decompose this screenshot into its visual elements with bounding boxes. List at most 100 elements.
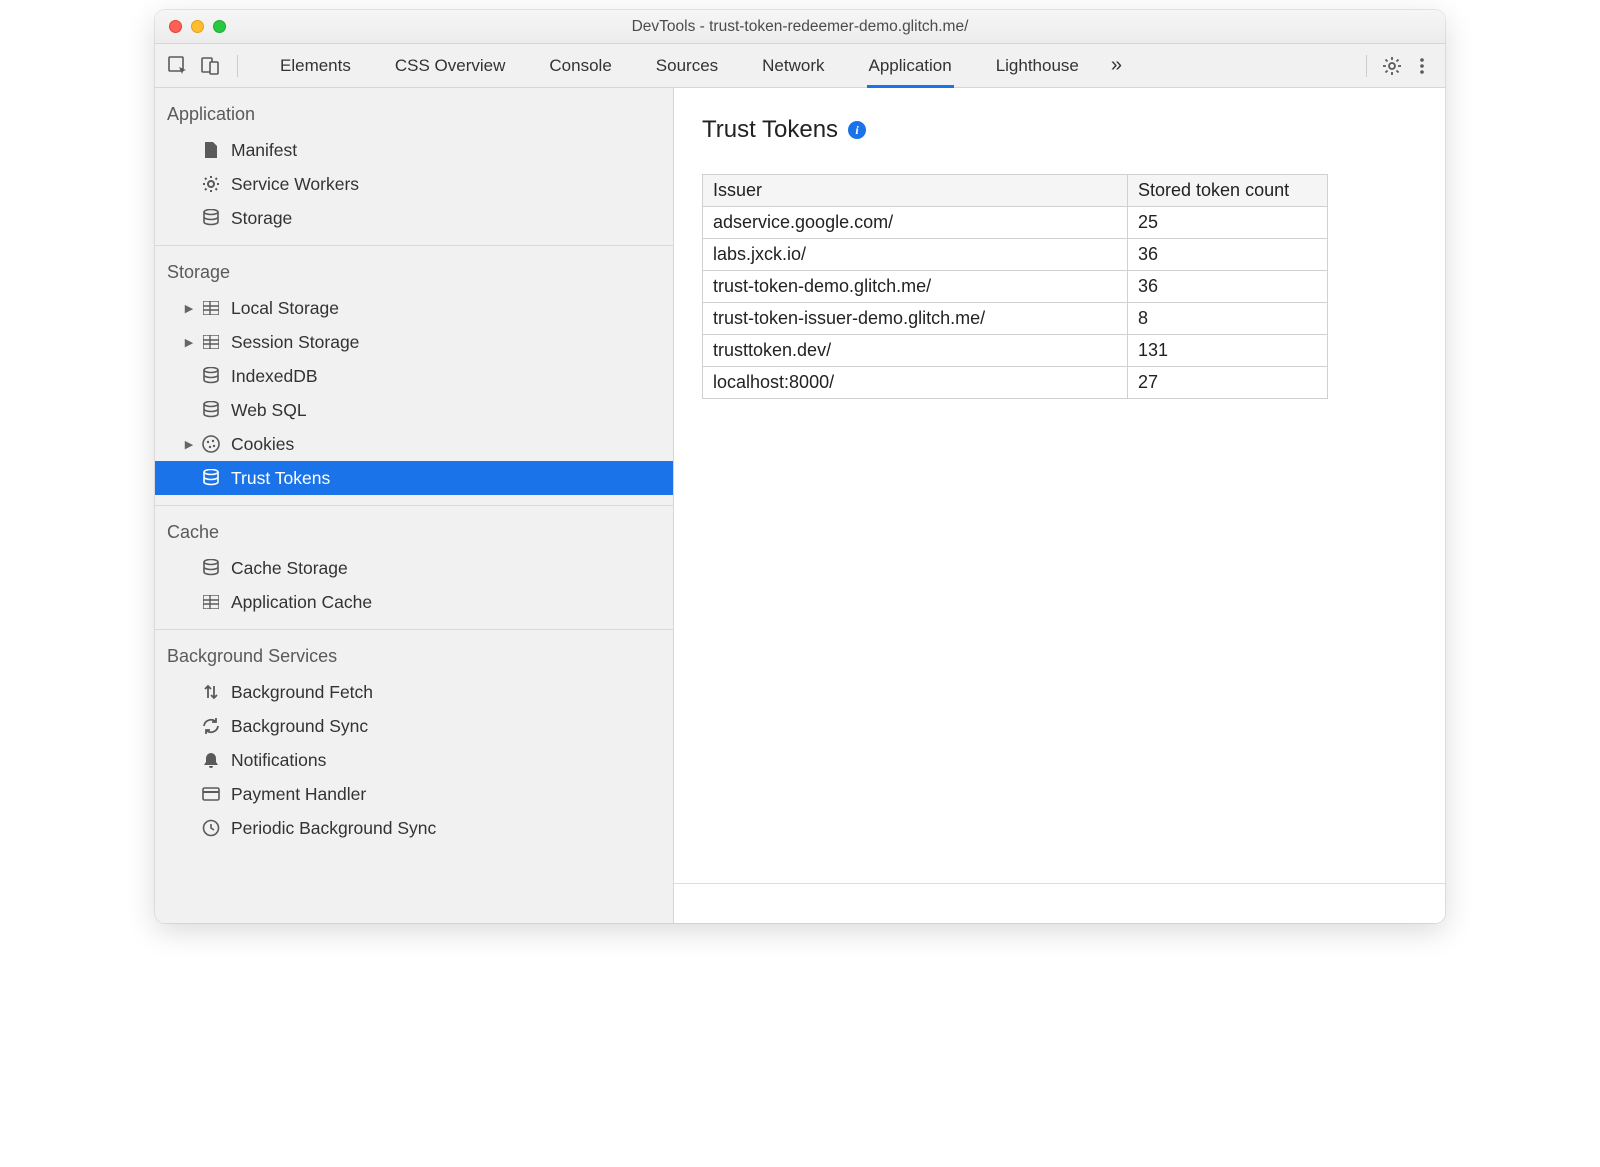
toolbar: Elements CSS Overview Console Sources Ne… <box>155 44 1445 88</box>
sidebar-item-label: Session Storage <box>231 332 359 353</box>
table-row[interactable]: localhost:8000/27 <box>703 367 1328 399</box>
tab-label: Lighthouse <box>996 56 1079 76</box>
expand-icon[interactable]: ▶ <box>183 438 195 451</box>
table-row[interactable]: adservice.google.com/25 <box>703 207 1328 239</box>
cell-count: 27 <box>1128 367 1328 399</box>
table-row[interactable]: trust-token-demo.glitch.me/36 <box>703 271 1328 303</box>
tab-console[interactable]: Console <box>529 44 631 88</box>
sidebar-item-payment-handler[interactable]: Payment Handler <box>155 777 673 811</box>
tab-network[interactable]: Network <box>742 44 844 88</box>
card-icon <box>201 784 221 804</box>
table-row[interactable]: trusttoken.dev/131 <box>703 335 1328 367</box>
sidebar-item-periodic-background-sync[interactable]: Periodic Background Sync <box>155 811 673 845</box>
trust-tokens-table: Issuer Stored token count adservice.goog… <box>702 174 1328 399</box>
expand-icon[interactable]: ▶ <box>183 336 195 349</box>
sidebar-item-cache-storage[interactable]: Cache Storage <box>155 551 673 585</box>
expand-icon[interactable]: ▶ <box>183 302 195 315</box>
sidebar-item-label: Manifest <box>231 140 297 161</box>
tab-label: Elements <box>280 56 351 76</box>
sidebar-item-session-storage[interactable]: ▶ Session Storage <box>155 325 673 359</box>
sidebar-item-web-sql[interactable]: Web SQL <box>155 393 673 427</box>
cell-issuer: trust-token-issuer-demo.glitch.me/ <box>703 303 1128 335</box>
sidebar-item-label: Background Fetch <box>231 682 373 703</box>
tab-label: Application <box>869 56 952 76</box>
sidebar-item-service-workers[interactable]: Service Workers <box>155 167 673 201</box>
database-icon <box>201 208 221 228</box>
sync-icon <box>201 716 221 736</box>
sidebar-item-label: Storage <box>231 208 292 229</box>
window-title: DevTools - trust-token-redeemer-demo.gli… <box>155 18 1445 36</box>
sidebar-item-label: Local Storage <box>231 298 339 319</box>
table-row[interactable]: labs.jxck.io/36 <box>703 239 1328 271</box>
sidebar-item-label: Application Cache <box>231 592 372 613</box>
sidebar-item-local-storage[interactable]: ▶ Local Storage <box>155 291 673 325</box>
tab-lighthouse[interactable]: Lighthouse <box>976 44 1099 88</box>
main-pane: Trust Tokens i Issuer Stored token count… <box>674 88 1445 923</box>
devtools-window: DevTools - trust-token-redeemer-demo.gli… <box>155 10 1445 923</box>
file-icon <box>201 140 221 160</box>
sidebar-item-label: IndexedDB <box>231 366 318 387</box>
cell-count: 36 <box>1128 271 1328 303</box>
grid-icon <box>201 592 221 612</box>
section-background-services: Background Services Background Fetch Bac… <box>155 630 673 855</box>
tab-sources[interactable]: Sources <box>636 44 738 88</box>
updown-icon <box>201 682 221 702</box>
tab-elements[interactable]: Elements <box>260 44 371 88</box>
sidebar-item-storage[interactable]: Storage <box>155 201 673 235</box>
tab-label: CSS Overview <box>395 56 506 76</box>
sidebar-item-label: Web SQL <box>231 400 307 421</box>
cell-issuer: trust-token-demo.glitch.me/ <box>703 271 1128 303</box>
section-storage: Storage ▶ Local Storage ▶ Session Storag… <box>155 246 673 506</box>
settings-icon[interactable] <box>1381 55 1403 77</box>
tabs-overflow-button[interactable]: » <box>1103 44 1130 88</box>
sidebar-item-indexeddb[interactable]: IndexedDB <box>155 359 673 393</box>
device-toggle-icon[interactable] <box>199 55 221 77</box>
info-icon[interactable]: i <box>848 121 866 139</box>
sidebar-item-background-sync[interactable]: Background Sync <box>155 709 673 743</box>
section-cache: Cache Cache Storage Application Cache <box>155 506 673 630</box>
column-header-issuer[interactable]: Issuer <box>703 175 1128 207</box>
toolbar-divider <box>237 55 238 77</box>
sidebar-item-label: Service Workers <box>231 174 359 195</box>
sidebar-item-label: Cookies <box>231 434 294 455</box>
clock-icon <box>201 818 221 838</box>
section-title: Cache <box>155 518 673 551</box>
more-icon[interactable] <box>1411 55 1433 77</box>
sidebar-item-label: Notifications <box>231 750 326 771</box>
grid-icon <box>201 298 221 318</box>
sidebar-item-label: Trust Tokens <box>231 468 330 489</box>
tab-application[interactable]: Application <box>849 44 972 88</box>
pane-title: Trust Tokens <box>702 116 838 144</box>
sidebar-item-application-cache[interactable]: Application Cache <box>155 585 673 619</box>
cell-count: 36 <box>1128 239 1328 271</box>
sidebar-item-label: Payment Handler <box>231 784 366 805</box>
gear-icon <box>201 174 221 194</box>
section-title: Storage <box>155 258 673 291</box>
table-row[interactable]: trust-token-issuer-demo.glitch.me/8 <box>703 303 1328 335</box>
pane-title-row: Trust Tokens i <box>702 116 1417 144</box>
titlebar: DevTools - trust-token-redeemer-demo.gli… <box>155 10 1445 44</box>
column-header-count[interactable]: Stored token count <box>1128 175 1328 207</box>
sidebar-item-manifest[interactable]: Manifest <box>155 133 673 167</box>
sidebar-item-background-fetch[interactable]: Background Fetch <box>155 675 673 709</box>
cell-issuer: trusttoken.dev/ <box>703 335 1128 367</box>
sidebar-item-label: Cache Storage <box>231 558 348 579</box>
sidebar-item-cookies[interactable]: ▶ Cookies <box>155 427 673 461</box>
content-area: Application Manifest Service Workers Sto… <box>155 88 1445 923</box>
tab-css-overview[interactable]: CSS Overview <box>375 44 526 88</box>
sidebar-item-notifications[interactable]: Notifications <box>155 743 673 777</box>
section-title: Application <box>155 100 673 133</box>
tab-label: Console <box>549 56 611 76</box>
sidebar-item-trust-tokens[interactable]: Trust Tokens <box>155 461 673 495</box>
section-title: Background Services <box>155 642 673 675</box>
cell-issuer: localhost:8000/ <box>703 367 1128 399</box>
cell-count: 8 <box>1128 303 1328 335</box>
overflow-label: » <box>1111 54 1122 77</box>
database-icon <box>201 558 221 578</box>
sidebar: Application Manifest Service Workers Sto… <box>155 88 674 923</box>
database-icon <box>201 468 221 488</box>
inspect-element-icon[interactable] <box>167 55 189 77</box>
cookie-icon <box>201 434 221 454</box>
database-icon <box>201 366 221 386</box>
database-icon <box>201 400 221 420</box>
